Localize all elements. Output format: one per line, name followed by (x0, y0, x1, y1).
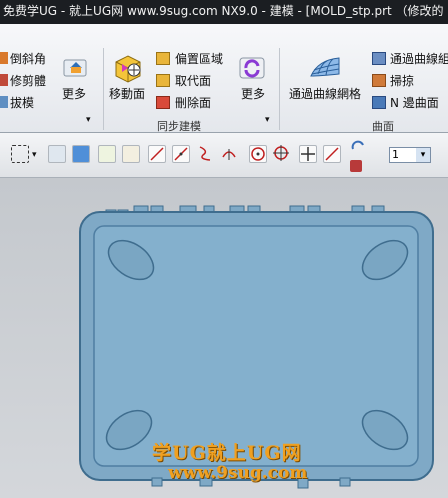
view-orient-icon[interactable] (350, 139, 368, 157)
watermark-line2: www.9sug.com (168, 463, 308, 483)
move-face-button[interactable]: 移動面 (109, 86, 145, 102)
polyline-icon[interactable] (172, 145, 190, 163)
through-curves-button[interactable]: 通過曲線組 (390, 51, 448, 67)
more-button-1[interactable]: 更多 (62, 86, 86, 102)
layer-settings-icon[interactable] (350, 160, 362, 172)
delete-face-icon (156, 96, 170, 109)
chevron-down-icon[interactable]: ▾ (86, 112, 91, 128)
surface-group-label: 曲面 (372, 120, 394, 133)
trim-body-icon (0, 74, 8, 86)
layer-select-value: 1 (392, 148, 399, 161)
n-sided-surface-icon (372, 96, 386, 109)
chevron-down-icon[interactable]: ▾ (265, 112, 270, 128)
replace-face-button[interactable]: 取代面 (175, 73, 211, 89)
offset-region-icon (156, 52, 170, 65)
more-button-2[interactable]: 更多 (241, 86, 265, 102)
separator (279, 48, 280, 130)
through-curve-mesh-button[interactable]: 通過曲線網格 (289, 86, 361, 102)
cross-icon[interactable] (299, 145, 317, 163)
circle-center-icon[interactable] (249, 145, 267, 163)
chevron-down-icon[interactable]: ▾ (32, 147, 37, 163)
arc-icon[interactable] (221, 145, 239, 163)
sync-modeling-group-label: 同步建模 (157, 120, 201, 133)
circle-icon[interactable] (273, 145, 291, 163)
separator (103, 48, 104, 130)
chevron-down-icon[interactable]: ▾ (416, 148, 430, 162)
move-face-icon (112, 52, 146, 84)
draft-icon (0, 96, 8, 108)
more-icon (62, 54, 90, 80)
window-title: 免费学UG - 就上UG网 www.9sug.com NX9.0 - 建模 - … (0, 0, 448, 24)
delete-face-button[interactable]: 刪除面 (175, 95, 211, 111)
curve-icon[interactable] (197, 145, 215, 163)
select-box-icon[interactable] (11, 145, 29, 163)
chamfer-icon (0, 52, 8, 64)
line-icon[interactable] (148, 145, 166, 163)
layer-select[interactable]: 1 ▾ (389, 147, 431, 163)
trim-body-button[interactable]: 修剪體 (10, 73, 46, 89)
shaded-view-icon[interactable] (48, 145, 66, 163)
n-sided-surface-button[interactable]: N 邊曲面 (390, 95, 439, 111)
snap-points-icon[interactable] (98, 145, 116, 163)
through-curve-mesh-icon (308, 54, 342, 82)
sweep-button[interactable]: 掃掠 (390, 73, 414, 89)
through-curves-icon (372, 52, 386, 65)
sweep-icon (372, 74, 386, 87)
chamfer-button[interactable]: 倒斜角 (10, 51, 46, 67)
offset-region-button[interactable]: 偏置區域 (175, 51, 223, 67)
solid-view-icon[interactable] (72, 145, 90, 163)
replace-face-icon (156, 74, 170, 87)
snap-grid-icon[interactable] (122, 145, 140, 163)
draft-button[interactable]: 拔模 (10, 95, 34, 111)
watermark-line1: 学UG就上UG网 (152, 442, 302, 464)
diagonal-icon[interactable] (323, 145, 341, 163)
more-icon-2 (238, 54, 266, 80)
